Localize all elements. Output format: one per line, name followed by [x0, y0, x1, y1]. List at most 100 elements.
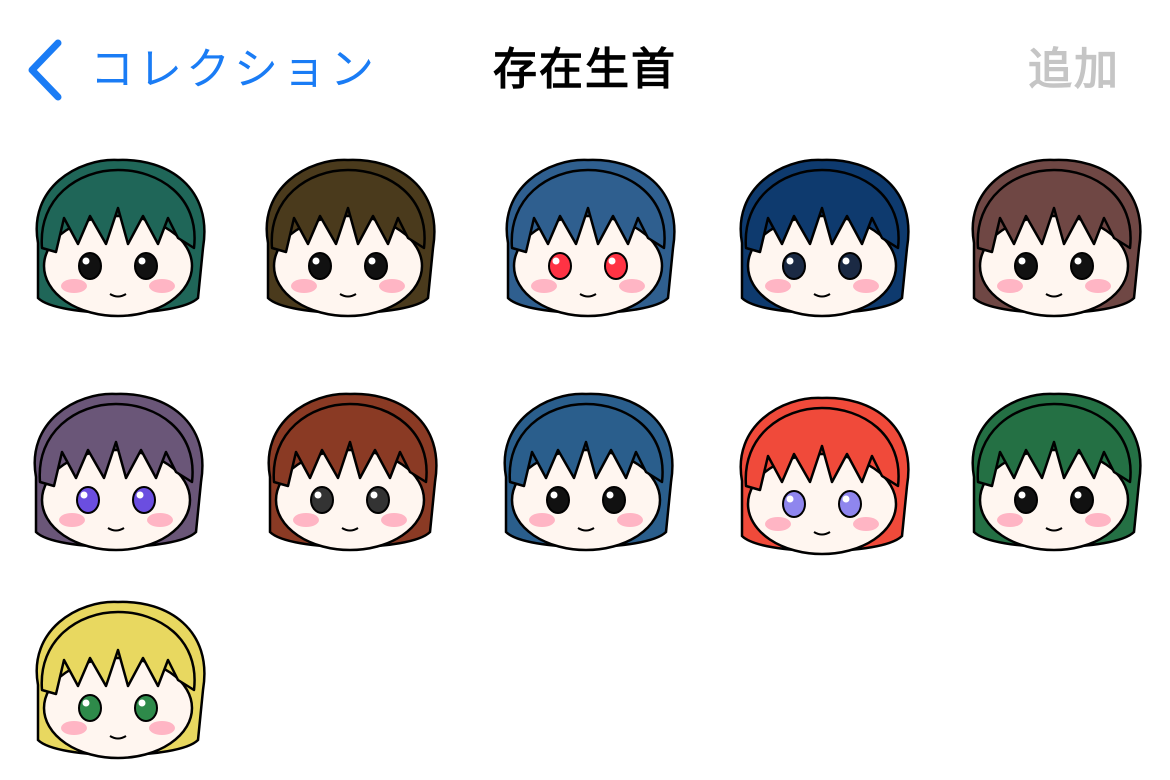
left-blush: [765, 279, 791, 293]
right-blush: [149, 721, 175, 735]
sticker-blonde-hair[interactable]: [8, 590, 228, 780]
sticker-purple-pigtails[interactable]: [6, 382, 226, 572]
right-eye-shine: [370, 491, 378, 499]
right-blush: [1085, 279, 1111, 293]
right-eye: [366, 486, 390, 514]
right-eye-shine: [608, 257, 616, 265]
right-eye-shine: [1074, 491, 1082, 499]
left-eye-shine: [1018, 257, 1026, 265]
head-illustration: [971, 158, 1142, 318]
right-eye: [364, 252, 388, 280]
head-illustration: [35, 158, 206, 318]
right-eye-shine: [842, 257, 850, 265]
head-illustration: [971, 392, 1142, 552]
right-eye-shine: [606, 491, 614, 499]
left-blush: [765, 517, 791, 531]
head-illustration: [503, 392, 674, 552]
face: [274, 448, 426, 552]
face: [746, 452, 898, 556]
left-blush: [291, 279, 317, 293]
right-blush: [1085, 513, 1111, 527]
sticker-teal-pigtails[interactable]: [8, 148, 228, 338]
sticker-red-ponytail[interactable]: [712, 386, 932, 576]
left-eye-shine: [80, 491, 88, 499]
right-blush: [147, 513, 173, 527]
right-eye-shine: [138, 257, 146, 265]
left-blush: [531, 279, 557, 293]
head-illustration: [33, 392, 204, 552]
right-eye: [604, 252, 628, 280]
right-blush: [853, 517, 879, 531]
left-eye: [782, 252, 806, 280]
right-blush: [617, 513, 643, 527]
right-blush: [381, 513, 407, 527]
left-blush: [59, 513, 85, 527]
right-eye-shine: [368, 257, 376, 265]
sticker-blue-sweat[interactable]: [476, 382, 696, 572]
right-eye: [1070, 486, 1094, 514]
right-eye-shine: [1074, 257, 1082, 265]
left-eye-shine: [312, 257, 320, 265]
left-eye: [78, 252, 102, 280]
right-eye: [134, 694, 158, 722]
left-blush: [61, 721, 87, 735]
right-eye: [132, 486, 156, 514]
left-eye: [76, 486, 100, 514]
head-illustration: [35, 600, 206, 760]
sticker-auburn-hair[interactable]: [240, 382, 460, 572]
sticker-grid: [0, 0, 1170, 779]
left-blush: [293, 513, 319, 527]
left-eye-shine: [552, 257, 560, 265]
left-eye: [310, 486, 334, 514]
head-illustration: [505, 158, 676, 318]
sticker-brown-pigtails[interactable]: [238, 148, 458, 338]
face: [512, 214, 664, 318]
head-illustration: [267, 392, 438, 552]
face: [42, 214, 194, 318]
left-eye-shine: [786, 257, 794, 265]
left-eye-shine: [314, 491, 322, 499]
left-eye-shine: [550, 491, 558, 499]
sticker-blue-red-glasses[interactable]: [478, 148, 698, 338]
head-illustration: [265, 158, 436, 318]
face: [746, 214, 898, 318]
left-eye: [308, 252, 332, 280]
right-eye: [838, 490, 862, 518]
right-blush: [379, 279, 405, 293]
left-eye-shine: [82, 699, 90, 707]
face: [42, 656, 194, 760]
left-eye-shine: [1018, 491, 1026, 499]
face: [510, 448, 662, 552]
right-blush: [149, 279, 175, 293]
left-eye-shine: [786, 495, 794, 503]
face: [978, 214, 1130, 318]
head-illustration: [739, 396, 910, 556]
left-blush: [61, 279, 87, 293]
right-eye-shine: [136, 491, 144, 499]
left-blush: [997, 279, 1023, 293]
right-blush: [853, 279, 879, 293]
right-blush: [619, 279, 645, 293]
right-eye: [134, 252, 158, 280]
left-blush: [529, 513, 555, 527]
left-eye: [548, 252, 572, 280]
left-blush: [997, 513, 1023, 527]
head-illustration: [739, 158, 910, 318]
right-eye-shine: [138, 699, 146, 707]
face: [272, 214, 424, 318]
left-eye: [1014, 252, 1038, 280]
sticker-mauve-hair[interactable]: [944, 148, 1164, 338]
face: [978, 448, 1130, 552]
sticker-green-hair[interactable]: [944, 382, 1164, 572]
left-eye: [546, 486, 570, 514]
right-eye-shine: [842, 495, 850, 503]
left-eye: [782, 490, 806, 518]
left-eye-shine: [82, 257, 90, 265]
right-eye: [602, 486, 626, 514]
face: [40, 448, 192, 552]
left-eye: [1014, 486, 1038, 514]
right-eye: [838, 252, 862, 280]
right-eye: [1070, 252, 1094, 280]
sticker-navy-open-mouth[interactable]: [712, 148, 932, 338]
left-eye: [78, 694, 102, 722]
